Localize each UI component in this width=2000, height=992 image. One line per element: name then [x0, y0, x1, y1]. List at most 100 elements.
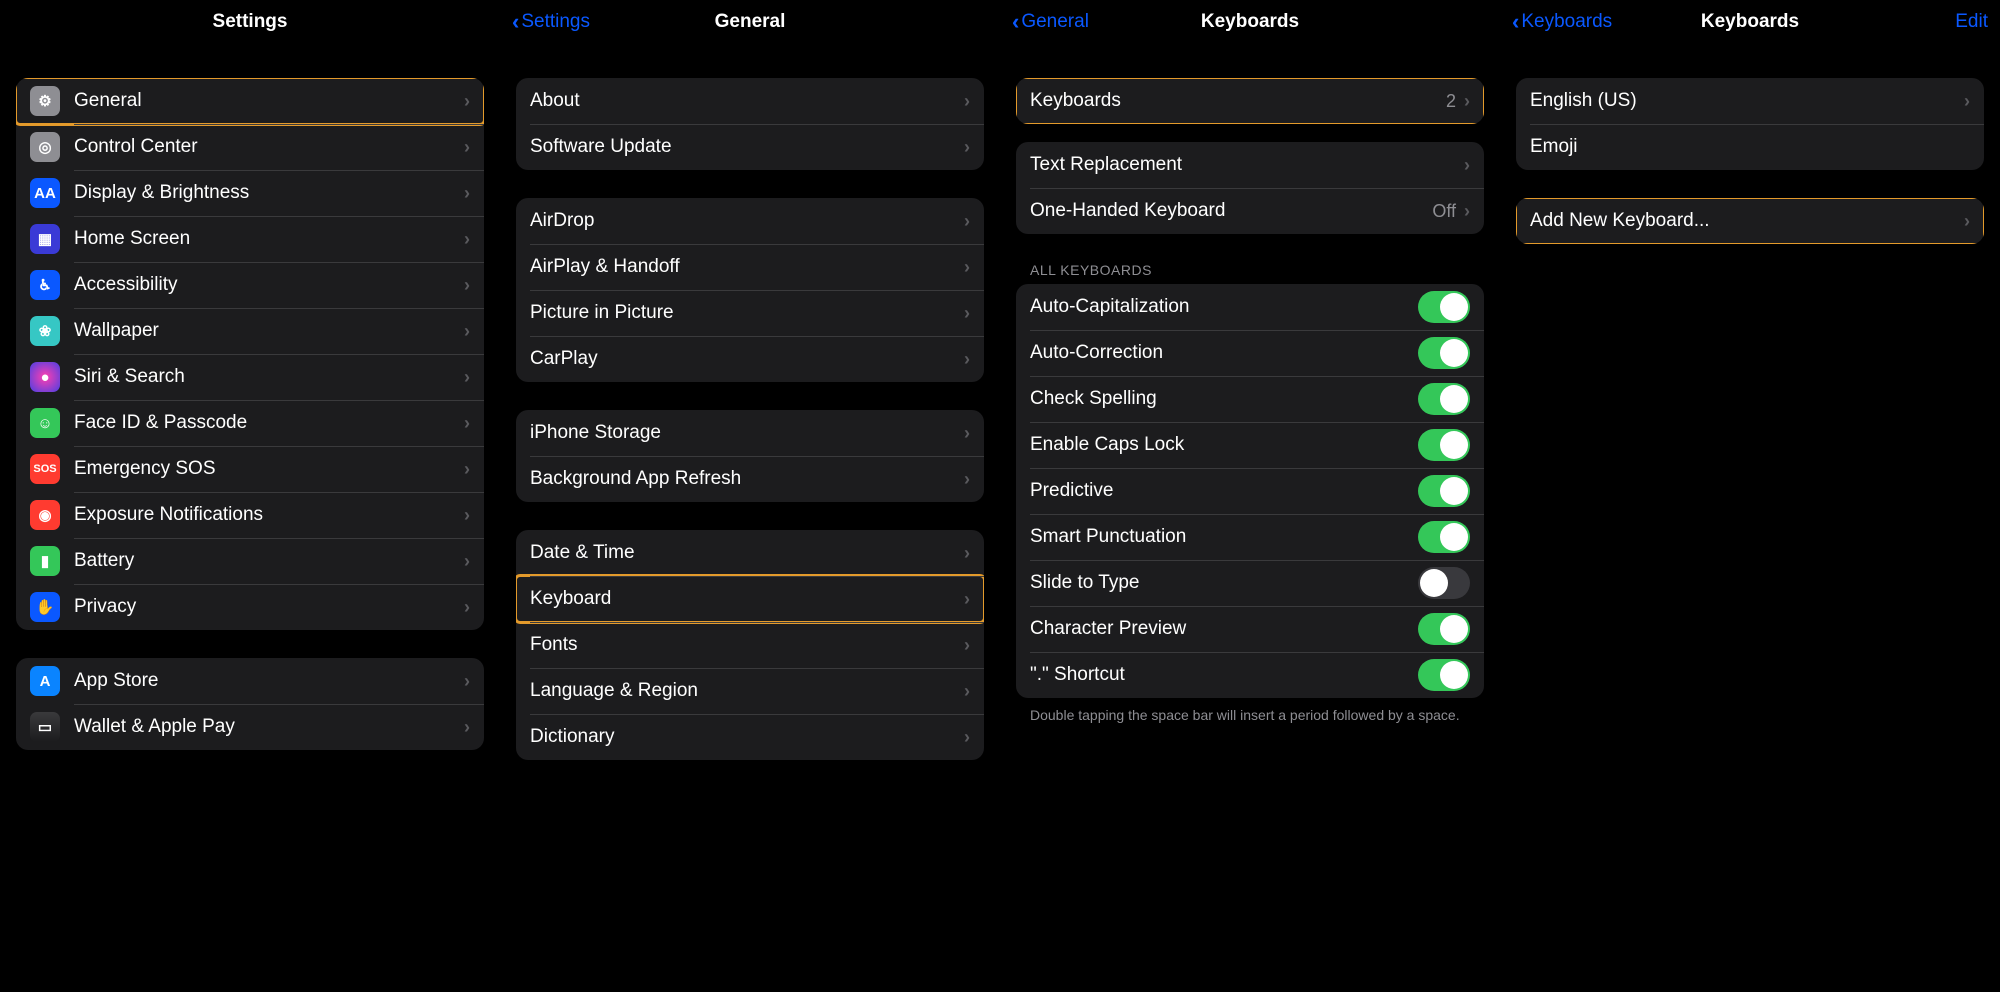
row-label: Privacy: [74, 596, 464, 618]
list-row[interactable]: Add New Keyboard...›: [1516, 198, 1984, 244]
list-row[interactable]: Background App Refresh›: [516, 456, 984, 502]
settings-row[interactable]: ▦ Home Screen›: [16, 216, 484, 262]
list-row[interactable]: iPhone Storage›: [516, 410, 984, 456]
list-row[interactable]: Text Replacement›: [1016, 142, 1484, 188]
list-row[interactable]: Software Update›: [516, 124, 984, 170]
keyboards-panel: ‹ General Keyboards Keyboards2› Text Rep…: [1000, 0, 1500, 992]
nav-bar: ‹ Settings General: [504, 0, 996, 44]
settings-row[interactable]: ✋Privacy›: [16, 584, 484, 630]
settings-row[interactable]: ♿︎Accessibility›: [16, 262, 484, 308]
row-value: 2: [1446, 91, 1456, 112]
chevron-right-icon: ›: [464, 671, 470, 692]
list-row[interactable]: Language & Region›: [516, 668, 984, 714]
settings-row[interactable]: SOS Emergency SOS›: [16, 446, 484, 492]
keyboards-options-group: Text Replacement›One-Handed KeyboardOff›: [1016, 142, 1484, 234]
settings-row[interactable]: ▭Wallet & Apple Pay›: [16, 704, 484, 750]
row-label: Home Screen: [74, 228, 464, 250]
row-label: App Store: [74, 670, 464, 692]
list-row[interactable]: About›: [516, 78, 984, 124]
chevron-right-icon: ›: [464, 275, 470, 296]
chevron-right-icon: ›: [1464, 155, 1470, 176]
back-button[interactable]: ‹ Keyboards: [1512, 11, 1612, 33]
nav-bar: ‹ General Keyboards: [1004, 0, 1496, 44]
toggle-switch[interactable]: [1418, 659, 1470, 691]
chevron-right-icon: ›: [464, 505, 470, 526]
toggle-row: Smart Punctuation: [1016, 514, 1484, 560]
settings-row[interactable]: ◉Exposure Notifications›: [16, 492, 484, 538]
back-button[interactable]: ‹ General: [1012, 11, 1089, 33]
toggle-row: Character Preview: [1016, 606, 1484, 652]
chevron-right-icon: ›: [964, 543, 970, 564]
list-row[interactable]: Picture in Picture›: [516, 290, 984, 336]
settings-row[interactable]: AApp Store›: [16, 658, 484, 704]
i-home-icon: ▦: [30, 224, 60, 254]
toggle-switch[interactable]: [1418, 383, 1470, 415]
settings-row[interactable]: ▮Battery›: [16, 538, 484, 584]
toggle-switch[interactable]: [1418, 613, 1470, 645]
list-row[interactable]: Keyboard›: [516, 576, 984, 622]
back-label: Keyboards: [1521, 11, 1612, 33]
i-gear-icon: ⚙: [30, 86, 60, 116]
edit-button[interactable]: Edit: [1955, 11, 1988, 33]
settings-row[interactable]: ●Siri & Search›: [16, 354, 484, 400]
chevron-right-icon: ›: [464, 183, 470, 204]
nav-title: Keyboards: [1701, 11, 1799, 33]
chevron-right-icon: ›: [964, 423, 970, 444]
i-sos-icon: SOS: [30, 454, 60, 484]
toggle-row: Slide to Type: [1016, 560, 1484, 606]
chevron-right-icon: ›: [964, 211, 970, 232]
settings-row[interactable]: ⚙General›: [16, 78, 484, 124]
toggle-switch[interactable]: [1418, 475, 1470, 507]
chevron-left-icon: ‹: [1512, 11, 1519, 33]
list-row[interactable]: Dictionary›: [516, 714, 984, 760]
chevron-left-icon: ‹: [1012, 11, 1019, 33]
chevron-right-icon: ›: [964, 681, 970, 702]
chevron-right-icon: ›: [464, 597, 470, 618]
list-row[interactable]: Fonts›: [516, 622, 984, 668]
settings-row[interactable]: ◎Control Center›: [16, 124, 484, 170]
i-wall-icon: ❀: [30, 316, 60, 346]
row-label: Language & Region: [530, 680, 964, 702]
settings-row[interactable]: ☺Face ID & Passcode›: [16, 400, 484, 446]
general-group: Date & Time›Keyboard›Fonts›Language & Re…: [516, 530, 984, 760]
chevron-right-icon: ›: [964, 469, 970, 490]
chevron-right-icon: ›: [464, 459, 470, 480]
row-label: Emoji: [1530, 136, 1970, 158]
row-label: Battery: [74, 550, 464, 572]
row-label: Exposure Notifications: [74, 504, 464, 526]
row-label: English (US): [1530, 90, 1964, 112]
list-row[interactable]: AirPlay & Handoff›: [516, 244, 984, 290]
toggle-switch[interactable]: [1418, 429, 1470, 461]
back-label: General: [1021, 11, 1089, 33]
list-row[interactable]: Emoji: [1516, 124, 1984, 170]
settings-row[interactable]: AADisplay & Brightness›: [16, 170, 484, 216]
row-label: Slide to Type: [1030, 572, 1418, 594]
row-label: AirPlay & Handoff: [530, 256, 964, 278]
toggle-row: Predictive: [1016, 468, 1484, 514]
row-label: One-Handed Keyboard: [1030, 200, 1432, 222]
chevron-right-icon: ›: [464, 367, 470, 388]
chevron-right-icon: ›: [464, 321, 470, 342]
i-face-icon: ☺: [30, 408, 60, 438]
list-row[interactable]: CarPlay›: [516, 336, 984, 382]
toggle-row: Auto-Correction: [1016, 330, 1484, 376]
list-row[interactable]: Date & Time›: [516, 530, 984, 576]
row-label: Emergency SOS: [74, 458, 464, 480]
settings-row[interactable]: ❀Wallpaper›: [16, 308, 484, 354]
back-button[interactable]: ‹ Settings: [512, 11, 590, 33]
list-row[interactable]: AirDrop›: [516, 198, 984, 244]
chevron-right-icon: ›: [964, 727, 970, 748]
row-label: Auto-Capitalization: [1030, 296, 1418, 318]
toggle-switch[interactable]: [1418, 521, 1470, 553]
toggle-switch[interactable]: [1418, 567, 1470, 599]
row-label: Face ID & Passcode: [74, 412, 464, 434]
list-row[interactable]: English (US)›: [1516, 78, 1984, 124]
toggle-switch[interactable]: [1418, 337, 1470, 369]
toggle-switch[interactable]: [1418, 291, 1470, 323]
list-row[interactable]: Keyboards2›: [1016, 78, 1484, 124]
nav-bar: Settings: [4, 0, 496, 44]
row-label: Software Update: [530, 136, 964, 158]
chevron-right-icon: ›: [464, 229, 470, 250]
list-row[interactable]: One-Handed KeyboardOff›: [1016, 188, 1484, 234]
row-label: General: [74, 90, 464, 112]
